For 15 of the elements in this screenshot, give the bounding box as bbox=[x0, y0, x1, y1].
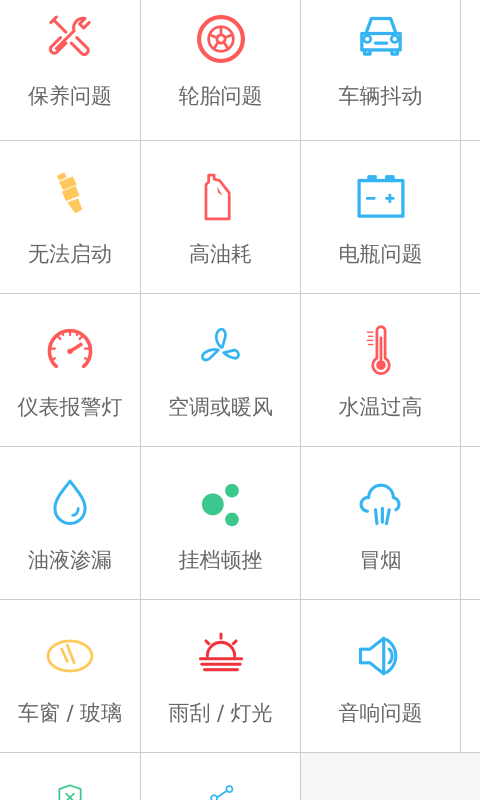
category-label[interactable]: 无法启动 bbox=[28, 239, 112, 269]
category-label[interactable]: 高油耗 bbox=[189, 239, 252, 269]
category-label[interactable]: 轮胎问题 bbox=[178, 81, 262, 111]
category-label[interactable]: 车辆抖动 bbox=[338, 81, 422, 111]
category-label[interactable]: 冒烟 bbox=[360, 545, 402, 575]
category-label[interactable]: 挂档顿挫 bbox=[178, 545, 262, 575]
category-label[interactable]: 电瓶问题 bbox=[338, 239, 422, 269]
category-label[interactable]: 音响问题 bbox=[338, 698, 422, 728]
category-label[interactable]: 空调或暖风 bbox=[168, 392, 273, 422]
category-label[interactable]: 车窗 / 玻璃 bbox=[18, 698, 122, 728]
category-label[interactable]: 水温过高 bbox=[338, 392, 422, 422]
category-label[interactable]: 保养问题 bbox=[28, 81, 112, 111]
category-label[interactable]: 油液渗漏 bbox=[28, 545, 112, 575]
category-label[interactable]: 雨刮 / 灯光 bbox=[168, 698, 273, 728]
category-label[interactable]: 仪表报警灯 bbox=[18, 392, 122, 422]
